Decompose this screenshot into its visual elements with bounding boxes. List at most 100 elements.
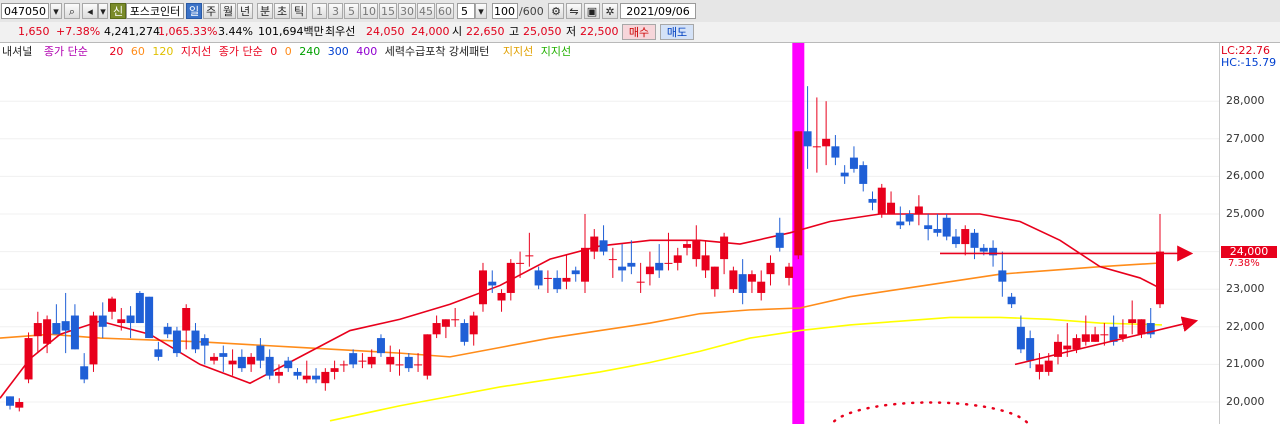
candle [154,349,163,357]
best-bid: 24,000 [411,25,450,38]
interval-10-button[interactable]: 10 [360,3,378,19]
interval-dropdown-button[interactable]: ▾ [475,3,487,19]
chart-settings-icon[interactable]: ⚙ [548,3,564,19]
low-label: 저 [566,25,577,38]
period-month-button[interactable]: 월 [220,3,236,19]
hc-label: HC:-15.79 [1221,56,1277,69]
candle [562,277,571,282]
period-minute-button[interactable]: 분 [257,3,273,19]
period-week-button[interactable]: 주 [203,3,219,19]
candle [710,266,719,290]
candle [998,270,1007,282]
interval-45-button[interactable]: 45 [417,3,435,19]
candle [516,262,525,264]
candle [683,244,692,248]
interval-60-button[interactable]: 60 [436,3,454,19]
period-tick-button[interactable]: 틱 [291,3,307,19]
candle [52,323,61,335]
candle [822,138,831,147]
y-tick-label: 27,000 [1226,131,1265,145]
candle [1026,338,1035,361]
candle [126,315,135,324]
candle [497,292,506,301]
candle [108,298,117,312]
speaker-icon[interactable]: ◂ [82,3,98,19]
interval-input[interactable]: 5 [457,3,475,19]
candle [553,277,562,290]
candle [1128,319,1137,324]
candle [460,323,469,342]
interval-30-button[interactable]: 30 [398,3,416,19]
volume: 4,241,274 [104,25,160,38]
count-input[interactable]: 100 [492,3,518,19]
candle [163,326,172,335]
candle [636,281,645,283]
candle [210,356,219,361]
candle [951,236,960,245]
candle [330,368,339,372]
candle [618,266,627,271]
y-tick-label: 21,000 [1226,357,1265,371]
interval-1-button[interactable]: 1 [312,3,327,19]
high-price: 25,050 [523,25,562,38]
change-pct: +7.38% [56,25,101,38]
candle [191,330,200,350]
open-price: 22,650 [466,25,505,38]
candle [339,364,348,366]
count-total: /600 [519,5,544,18]
candle [627,262,636,267]
candle [840,172,849,177]
y-tick-label: 26,000 [1226,169,1265,183]
candle [1100,334,1109,336]
candle [673,255,682,263]
candle [1081,334,1090,342]
candle [785,266,794,278]
period-second-button[interactable]: 초 [274,3,290,19]
candle [812,146,821,148]
legend-support1: 지지선 [180,45,212,58]
candle [757,281,766,293]
search-icon[interactable]: ⌕ [64,3,80,19]
candle [469,315,478,335]
candle [664,262,673,264]
legend-ma2-p3: 240 [299,45,321,58]
candle [1044,360,1053,372]
y-tick-label: 22,000 [1226,319,1265,333]
candle [543,277,552,279]
candle [794,131,803,256]
price-chart[interactable] [0,43,1219,424]
legend-ma1-title: 종가 단순 [43,45,88,58]
interval-5-button[interactable]: 5 [344,3,359,19]
interval-15-button[interactable]: 15 [379,3,397,19]
compare-icon[interactable]: ⇋ [566,3,582,19]
candle [367,356,376,365]
interval-3-button[interactable]: 3 [328,3,343,19]
candle [237,356,246,369]
buy-button[interactable]: 매수 [622,24,656,40]
candle [1156,251,1164,305]
legend-internal[interactable]: 내셔널 [2,45,32,58]
candle [478,270,487,305]
period-year-button[interactable]: 년 [237,3,253,19]
candle [200,338,209,346]
candle [1137,319,1146,335]
sound-dropdown-button[interactable]: ▾ [98,3,108,19]
candle [386,356,395,365]
candle [89,315,98,365]
gear-icon[interactable]: ✲ [602,3,618,19]
candle [1072,338,1081,350]
legend-ma2-p2: 0 [284,45,292,58]
sell-button[interactable]: 매도 [660,24,694,40]
period-day-button[interactable]: 일 [186,3,202,19]
stock-name: 포스코인터 [126,3,184,19]
save-icon[interactable]: ▣ [584,3,600,19]
code-dropdown-button[interactable]: ▾ [50,3,62,19]
legend-ma2-p5: 400 [356,45,378,58]
stock-code-input[interactable]: 047050 [1,3,49,19]
candle [738,274,747,293]
legend-ma2-title: 종가 단순 [218,45,263,58]
legend-ma20: 20 [109,45,124,58]
candle [720,236,729,260]
date-input[interactable]: 2021/09/06 [620,3,696,19]
support-arrow [1014,316,1199,366]
